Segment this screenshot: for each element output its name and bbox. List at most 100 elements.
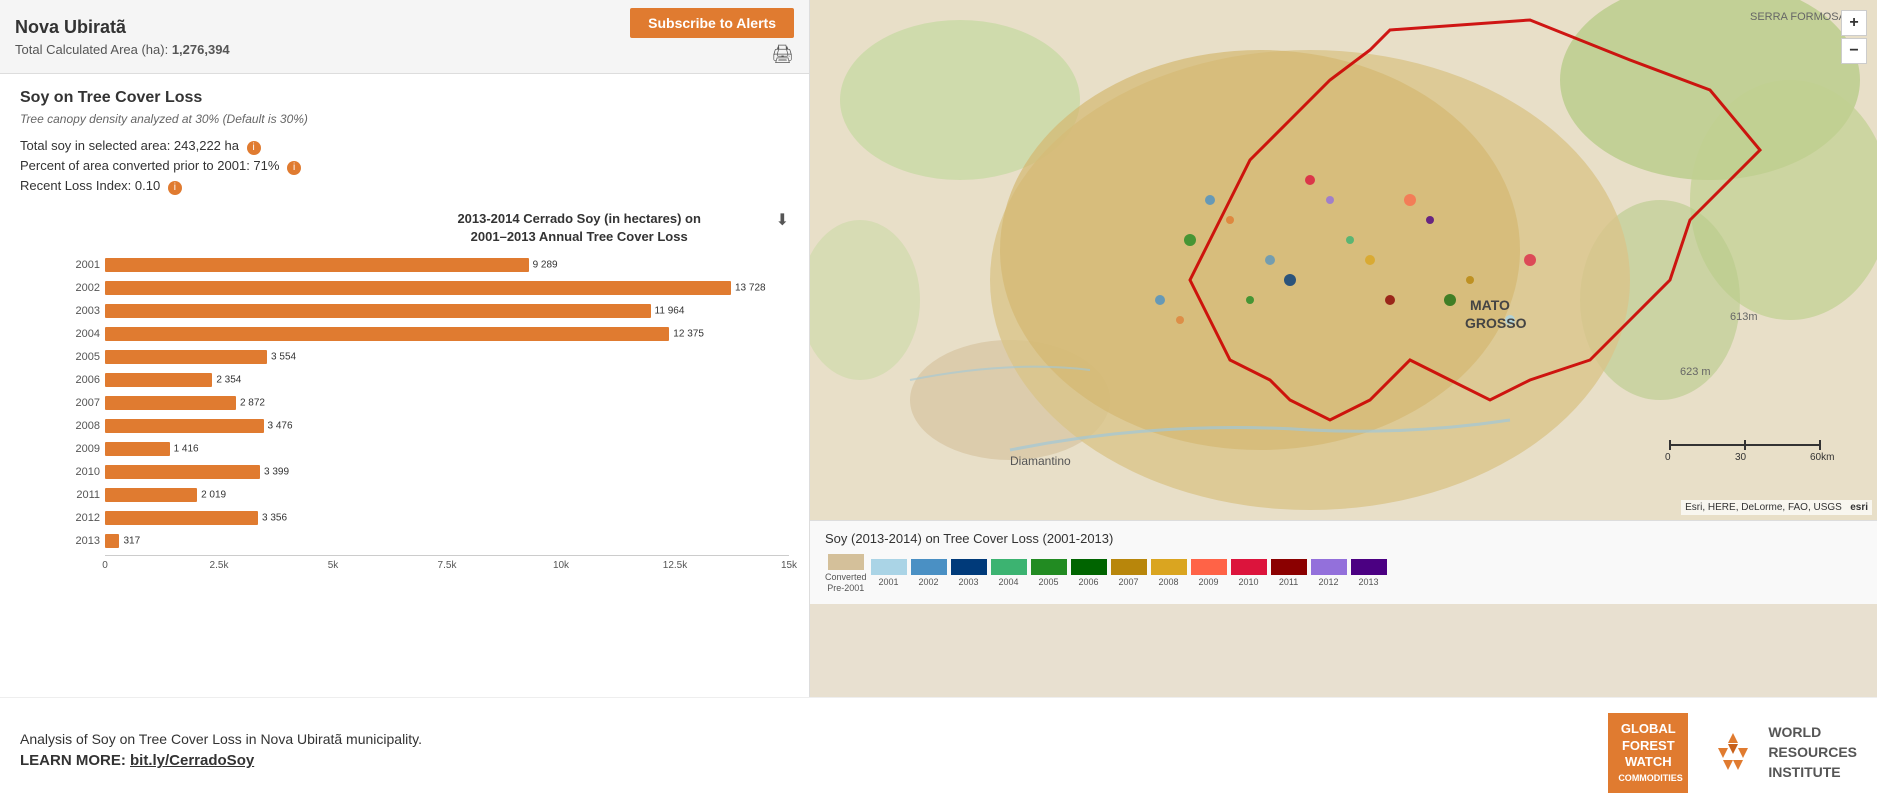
- legend-item-label: 2008: [1159, 577, 1179, 588]
- legend-item-label: 2010: [1239, 577, 1259, 588]
- bar-value: 3 476: [268, 421, 293, 432]
- svg-text:0: 0: [1665, 452, 1671, 463]
- chart-title: 2013-2014 Cerrado Soy (in hectares) on 2…: [393, 210, 766, 246]
- map-container: MATO GROSSO Diamantino SERRA FORMOSA 623…: [810, 0, 1877, 520]
- gfw-logo: GLOBAL FOREST WATCH COMMODITIES: [1608, 713, 1688, 793]
- chart-subtitle: Tree canopy density analyzed at 30% (Def…: [20, 112, 789, 126]
- bar-row: 2011 2 019: [65, 486, 789, 504]
- legend-item: 2005: [1031, 559, 1067, 588]
- left-panel: Nova Ubiratã Total Calculated Area (ha):…: [0, 0, 810, 697]
- legend-color-swatch: [828, 554, 864, 570]
- bar-row: 2005 3 554: [65, 348, 789, 366]
- area-subtitle: Total Calculated Area (ha): 1,276,394: [15, 42, 230, 57]
- percent-converted-stat: Percent of area converted prior to 2001:…: [20, 158, 789, 175]
- download-icon[interactable]: ⬇: [776, 210, 789, 230]
- bar-year-label: 2009: [65, 443, 100, 455]
- legend-item: 2002: [911, 559, 947, 588]
- bar-year-label: 2011: [65, 489, 100, 501]
- right-panel: MATO GROSSO Diamantino SERRA FORMOSA 623…: [810, 0, 1877, 697]
- legend-item-label: 2009: [1199, 577, 1219, 588]
- bar-row: 2003 11 964: [65, 302, 789, 320]
- bar-row: 2008 3 476: [65, 417, 789, 435]
- x-axis-label: 10k: [553, 560, 569, 571]
- x-axis-label: 0: [102, 560, 108, 571]
- subscribe-button[interactable]: Subscribe to Alerts: [630, 8, 794, 38]
- legend-color-swatch: [951, 559, 987, 575]
- svg-text:MATO: MATO: [1470, 297, 1510, 313]
- legend-item-label: 2002: [919, 577, 939, 588]
- svg-text:30: 30: [1735, 452, 1747, 463]
- bar-year-label: 2012: [65, 512, 100, 524]
- legend-item: 2010: [1231, 559, 1267, 588]
- legend-item: ConvertedPre-2001: [825, 554, 867, 594]
- bar-row: 2007 2 872: [65, 394, 789, 412]
- header-left: Nova Ubiratã Total Calculated Area (ha):…: [15, 17, 230, 57]
- learn-more-link[interactable]: bit.ly/CerradoSoy: [130, 752, 254, 769]
- area-value: 1,276,394: [172, 42, 230, 57]
- legend-item: 2003: [951, 559, 987, 588]
- bar-value: 317: [123, 536, 140, 547]
- legend-item: 2013: [1351, 559, 1387, 588]
- chart-main-title: Soy on Tree Cover Loss: [20, 89, 789, 107]
- zoom-out-button[interactable]: −: [1841, 38, 1867, 64]
- bar-value: 2 019: [201, 490, 226, 501]
- percent-info-icon[interactable]: i: [287, 161, 301, 175]
- bar-year-label: 2013: [65, 535, 100, 547]
- legend-section: Soy (2013-2014) on Tree Cover Loss (2001…: [810, 520, 1877, 604]
- legend-color-swatch: [911, 559, 947, 575]
- bar-row: 2006 2 354: [65, 371, 789, 389]
- bar-year-label: 2008: [65, 420, 100, 432]
- bar-value: 9 289: [533, 260, 558, 271]
- legend-title: Soy (2013-2014) on Tree Cover Loss (2001…: [825, 531, 1862, 546]
- wri-icon: [1708, 728, 1758, 778]
- legend-item-label: 2013: [1359, 577, 1379, 588]
- bar-row: 2013 317: [65, 532, 789, 550]
- bar-value: 3 554: [271, 352, 296, 363]
- legend-item-label: 2006: [1079, 577, 1099, 588]
- legend-item: 2009: [1191, 559, 1227, 588]
- bar-year-label: 2002: [65, 282, 100, 294]
- print-icon[interactable]: 🖨: [771, 44, 794, 65]
- legend-item-label: 2001: [879, 577, 899, 588]
- chart-section: Soy on Tree Cover Loss Tree canopy densi…: [0, 74, 809, 697]
- area-label: Total Calculated Area (ha):: [15, 42, 168, 57]
- legend-color-swatch: [1071, 559, 1107, 575]
- legend-item-label: 2003: [959, 577, 979, 588]
- legend-color-swatch: [1151, 559, 1187, 575]
- zoom-in-button[interactable]: +: [1841, 10, 1867, 36]
- legend-item: 2012: [1311, 559, 1347, 588]
- top-section: Nova Ubiratã Total Calculated Area (ha):…: [0, 0, 1877, 697]
- legend-item-label: 2004: [999, 577, 1019, 588]
- legend-color-swatch: [1311, 559, 1347, 575]
- bar-row: 2010 3 399: [65, 463, 789, 481]
- bar-row: 2004 12 375: [65, 325, 789, 343]
- legend-color-swatch: [1191, 559, 1227, 575]
- legend-item: 2004: [991, 559, 1027, 588]
- svg-text:SERRA FORMOSA: SERRA FORMOSA: [1750, 11, 1847, 23]
- legend-color-swatch: [991, 559, 1027, 575]
- svg-text:613m: 613m: [1730, 311, 1758, 323]
- recent-loss-info-icon[interactable]: i: [168, 181, 182, 195]
- logos: GLOBAL FOREST WATCH COMMODITIES WORLD RE: [1608, 713, 1857, 793]
- bar-value: 11 964: [655, 306, 685, 317]
- bar-value: 2 872: [240, 398, 265, 409]
- map-attribution: Esri, HERE, DeLorme, FAO, USGS esri: [1681, 500, 1872, 515]
- bar-value: 1 416: [174, 444, 199, 455]
- header-right: Subscribe to Alerts 🖨: [630, 8, 794, 65]
- bar-year-label: 2006: [65, 374, 100, 386]
- bottom-section: Analysis of Soy on Tree Cover Loss in No…: [0, 697, 1877, 808]
- svg-text:GROSSO: GROSSO: [1465, 315, 1527, 331]
- x-axis-label: 2.5k: [210, 560, 229, 571]
- bar-year-label: 2007: [65, 397, 100, 409]
- bar-value: 2 354: [216, 375, 241, 386]
- page-title: Nova Ubiratã: [15, 17, 230, 38]
- chart-header: 2013-2014 Cerrado Soy (in hectares) on 2…: [20, 210, 789, 246]
- svg-text:Diamantino: Diamantino: [1010, 454, 1071, 468]
- learn-more-text: LEARN MORE: bit.ly/CerradoSoy: [20, 752, 422, 769]
- legend-item-label: 2012: [1319, 577, 1339, 588]
- total-soy-info-icon[interactable]: i: [247, 141, 261, 155]
- legend-item-label: ConvertedPre-2001: [825, 572, 867, 594]
- bar-year-label: 2003: [65, 305, 100, 317]
- legend-color-swatch: [1111, 559, 1147, 575]
- bar-year-label: 2010: [65, 466, 100, 478]
